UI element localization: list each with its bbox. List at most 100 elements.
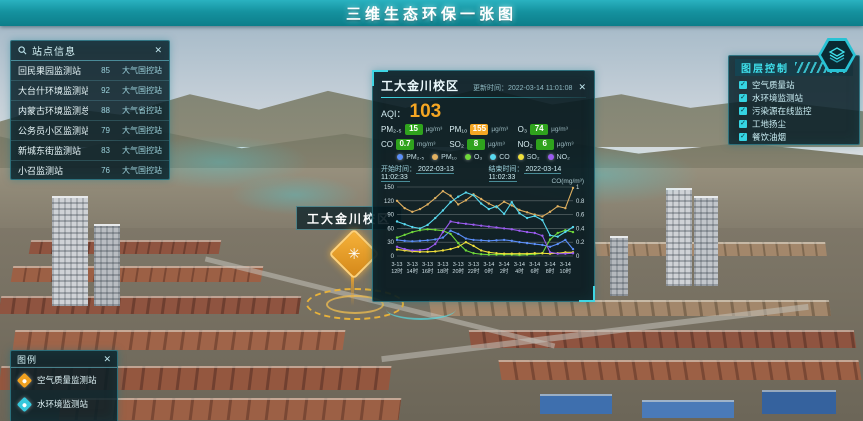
station-type: 大气国控站: [116, 145, 162, 156]
station-aqi: 79: [88, 126, 110, 135]
layer-item[interactable]: ✓空气质量站: [729, 78, 859, 91]
station-name: 新城东街监测站: [18, 144, 88, 157]
station-aqi: 83: [88, 146, 110, 155]
pollutant-metric: SO₂8µg/m³: [449, 139, 517, 150]
layer-label: 水环境监测站: [752, 92, 803, 104]
pollutant-unit: µg/m³: [551, 126, 568, 133]
svg-text:0.8: 0.8: [576, 198, 585, 204]
chart-legend-item[interactable]: CO: [490, 154, 510, 161]
pollutant-unit: mg/m³: [417, 141, 435, 148]
pollutant-metric: NO₂6µg/m³: [518, 139, 586, 150]
checkbox-checked-icon[interactable]: ✓: [739, 133, 747, 141]
pollutant-label: CO: [381, 140, 393, 149]
warehouse-roof: [642, 400, 734, 418]
svg-text:0: 0: [391, 254, 395, 260]
chart-legend-item[interactable]: PM₂.₅: [397, 154, 424, 161]
warehouse-roof: [762, 390, 836, 414]
station-list-header: 站点信息 ✕: [11, 41, 169, 61]
start-time-label: 开始时间：: [381, 166, 416, 173]
svg-text:1: 1: [576, 185, 580, 191]
checkbox-checked-icon[interactable]: ✓: [739, 120, 747, 128]
tower-building: [610, 236, 628, 296]
pollutant-label: NO₂: [518, 140, 533, 149]
layer-label: 餐饮油烟: [752, 131, 786, 143]
svg-text:3-144时: 3-144时: [514, 262, 525, 275]
station-aqi: 88: [88, 106, 110, 115]
pollutant-unit: µg/m³: [488, 141, 505, 148]
layer-label: 污染源在线监控: [752, 105, 812, 117]
chart-legend-item[interactable]: SO₂: [518, 154, 540, 161]
end-time-label: 结束时间：: [489, 166, 524, 173]
legend-label: CO: [499, 154, 510, 161]
station-diamond-icon: [17, 372, 33, 388]
layer-item[interactable]: ✓ 餐饮油烟: [729, 130, 859, 143]
svg-text:3-1312时: 3-1312时: [391, 262, 403, 275]
station-type: 大气国控站: [116, 65, 162, 76]
pollutant-value-badge: 8: [467, 139, 485, 150]
close-icon[interactable]: ✕: [103, 355, 111, 364]
chart-legend-item[interactable]: O₃: [465, 154, 482, 161]
svg-text:3-1322时: 3-1322时: [468, 262, 480, 275]
aqi-label: AQI：: [381, 107, 406, 120]
pollutant-label: PM₂.₅: [381, 125, 402, 134]
pollutant-unit: µg/m³: [491, 126, 508, 133]
svg-text:3-142时: 3-142时: [499, 262, 510, 275]
checkbox-checked-icon[interactable]: ✓: [739, 81, 747, 89]
checkbox-checked-icon[interactable]: ✓: [739, 107, 747, 115]
pollutant-label: PM₁₀: [449, 125, 467, 134]
svg-text:3-146时: 3-146时: [529, 262, 540, 275]
page-title: 三维生态环保一张图: [346, 3, 517, 24]
chart-legend-item[interactable]: NO₂: [548, 154, 570, 161]
pollutant-label: SO₂: [449, 140, 464, 149]
svg-text:60: 60: [387, 226, 394, 232]
station-row[interactable]: 回民果园监测站85 大气国控站: [11, 61, 169, 81]
svg-text:3-1410时: 3-1410时: [560, 262, 572, 275]
update-time: 更新时间：2022-03-14 11:01:08: [465, 83, 572, 93]
station-aqi: 76: [88, 166, 110, 175]
checkbox-checked-icon[interactable]: ✓: [739, 94, 747, 102]
right-axis-title: CO(mg/m³): [552, 178, 585, 185]
tower-building: [52, 196, 88, 306]
station-name: 回民果园监测站: [18, 64, 88, 77]
layer-item[interactable]: ✓ 工地扬尘: [729, 117, 859, 130]
layer-item[interactable]: ✓ 污染源在线监控: [729, 104, 859, 117]
legend-label: PM₂.₅: [406, 154, 424, 161]
tower-building: [94, 224, 120, 306]
chart-legend-item[interactable]: PM₁₀: [432, 154, 457, 161]
pollutant-value-badge: 0.7: [396, 139, 414, 150]
legend-dot-icon: [432, 154, 438, 160]
pollutant-unit: µg/m³: [426, 126, 443, 133]
legend-label: PM₁₀: [441, 154, 457, 161]
station-row[interactable]: 内蒙古环境监测总站88大气省控站: [11, 101, 169, 121]
air-quality-popup: 工大金川校区 更新时间：2022-03-14 11:01:08 ✕ AQI： 1…: [372, 70, 595, 302]
legend-item: 水环境监测站: [11, 392, 117, 416]
station-name: 内蒙古环境监测总站: [18, 104, 88, 117]
building-row: [498, 360, 861, 380]
layer-item[interactable]: ✓ 水环境监测站: [729, 91, 859, 104]
pollutant-value-badge: 15: [405, 124, 423, 135]
legend-label: NO₂: [557, 154, 570, 161]
close-icon[interactable]: ✕: [578, 83, 586, 92]
update-time-label: 更新时间：: [473, 85, 508, 92]
station-aqi: 85: [88, 66, 110, 75]
svg-text:3-148时: 3-148时: [545, 262, 556, 275]
legend-dot-icon: [397, 154, 403, 160]
search-icon: [18, 46, 27, 55]
station-row[interactable]: 新城东街监测站83 大气国控站: [11, 141, 169, 161]
svg-text:0.4: 0.4: [576, 226, 585, 232]
station-row[interactable]: 小召监测站76大气国控站: [11, 161, 169, 180]
pollutant-value-badge: 74: [530, 124, 548, 135]
svg-text:3-1320时: 3-1320时: [452, 262, 464, 275]
station-list-panel: 站点信息 ✕ 回民果园监测站85大气国控站大台什环境监测站92大气国控站内蒙古环…: [10, 40, 170, 180]
layer-label: 工地扬尘: [752, 118, 786, 130]
pollutant-metric: PM₁₀155µg/m³: [449, 124, 517, 135]
station-row[interactable]: 大台什环境监测站92大气国控站: [11, 81, 169, 101]
legend-dot-icon: [548, 154, 554, 160]
station-row[interactable]: 公务员小区监测站79大气国控站: [11, 121, 169, 141]
close-icon[interactable]: ✕: [154, 46, 162, 55]
station-type: 大气国控站: [116, 165, 162, 176]
pollutant-chart: CO(mg/m³) 030609012015000.20.40.60.813-1…: [381, 182, 586, 284]
station-name: 大台什环境监测站: [18, 84, 88, 97]
layer-items: ✓空气质量站✓水环境监测站✓污染源在线监控✓工地扬尘✓餐饮油烟: [729, 78, 859, 143]
legend-item: 空气质量监测站: [11, 368, 117, 392]
